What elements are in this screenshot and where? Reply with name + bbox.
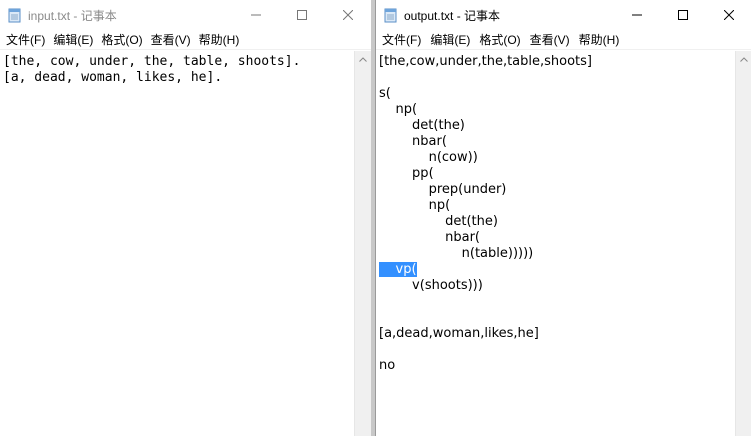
menu-help[interactable]: 帮助(H) (577, 31, 627, 48)
text-line: np( (379, 198, 451, 213)
text-line: pp( (379, 166, 434, 181)
text-editor[interactable]: [the,cow,under,the,table,shoots] s( np( d… (376, 51, 735, 436)
text-line: [a,dead,woman,likes,he] (379, 326, 539, 341)
text-line: n(cow)) (379, 150, 478, 165)
text-line: no (379, 358, 396, 373)
minimize-icon (251, 14, 261, 16)
menu-bar: 文件(F) 编辑(E) 格式(O) 查看(V) 帮助(H) (376, 30, 751, 50)
text-line: det(the) (379, 118, 465, 133)
editor-content[interactable]: [the,cow,under,the,table,shoots] s( np( d… (379, 54, 592, 374)
menu-bar: 文件(F) 编辑(E) 格式(O) 查看(V) 帮助(H) (0, 30, 371, 50)
text-line: nbar( (379, 134, 447, 149)
text-line: det(the) (379, 214, 498, 229)
text-line: prep(under) (379, 182, 507, 197)
text-line (379, 310, 592, 326)
text-line: [the,cow,under,the,table,shoots] (379, 54, 592, 69)
maximize-button[interactable] (279, 0, 325, 30)
text-line (379, 342, 592, 358)
vertical-scrollbar[interactable] (735, 51, 751, 436)
scroll-up-button[interactable] (736, 51, 751, 68)
maximize-icon (297, 10, 307, 20)
scroll-up-button[interactable] (355, 51, 371, 68)
text-line: nbar( (379, 230, 480, 245)
input-notepad-window: input.txt - 记事本 文件(F) 编辑(E) 格式(O) 查看(V) … (0, 0, 371, 436)
notepad-icon (384, 8, 397, 23)
menu-view[interactable]: 查看(V) (528, 31, 577, 48)
close-icon (343, 10, 353, 20)
menu-view[interactable]: 查看(V) (149, 31, 197, 48)
close-icon (724, 10, 734, 20)
window-title: output.txt - 记事本 (404, 9, 501, 23)
text-line: np( (379, 102, 418, 117)
window-title: input.txt - 记事本 (28, 9, 117, 23)
maximize-icon (678, 10, 688, 20)
minimize-button[interactable] (233, 0, 279, 30)
scroll-up-arrow-icon (359, 57, 367, 62)
menu-format[interactable]: 格式(O) (99, 31, 148, 48)
notepad-icon (8, 8, 21, 23)
editor-content[interactable]: [the, cow, under, the, table, shoots]. [a… (3, 54, 300, 86)
menu-edit[interactable]: 编辑(E) (428, 31, 477, 48)
text-line: v(shoots))) (379, 278, 483, 293)
output-notepad-window: output.txt - 记事本 文件(F) 编辑(E) 格式(O) 查看(V)… (375, 0, 751, 436)
close-button[interactable] (325, 0, 371, 30)
menu-edit[interactable]: 编辑(E) (51, 31, 99, 48)
selected-text: vp( (379, 262, 417, 277)
title-bar[interactable]: output.txt - 记事本 (376, 0, 751, 30)
title-bar[interactable]: input.txt - 记事本 (0, 0, 371, 30)
minimize-icon (632, 14, 642, 16)
text-editor[interactable]: [the, cow, under, the, table, shoots]. [a… (0, 51, 354, 436)
text-line: n(table))))) (379, 246, 534, 261)
text-line: s( (379, 86, 391, 101)
close-button[interactable] (706, 0, 751, 30)
menu-file[interactable]: 文件(F) (4, 31, 51, 48)
scroll-up-arrow-icon (740, 57, 748, 62)
menu-help[interactable]: 帮助(H) (197, 31, 246, 48)
menu-format[interactable]: 格式(O) (477, 31, 527, 48)
text-line (379, 70, 592, 86)
text-line: [the, cow, under, the, table, shoots]. (3, 54, 301, 69)
vertical-scrollbar[interactable] (354, 51, 371, 436)
menu-file[interactable]: 文件(F) (380, 31, 428, 48)
text-line (379, 294, 592, 310)
maximize-button[interactable] (660, 0, 706, 30)
minimize-button[interactable] (614, 0, 660, 30)
text-line: vp( (379, 262, 592, 278)
text-line: [a, dead, woman, likes, he]. (3, 70, 223, 85)
